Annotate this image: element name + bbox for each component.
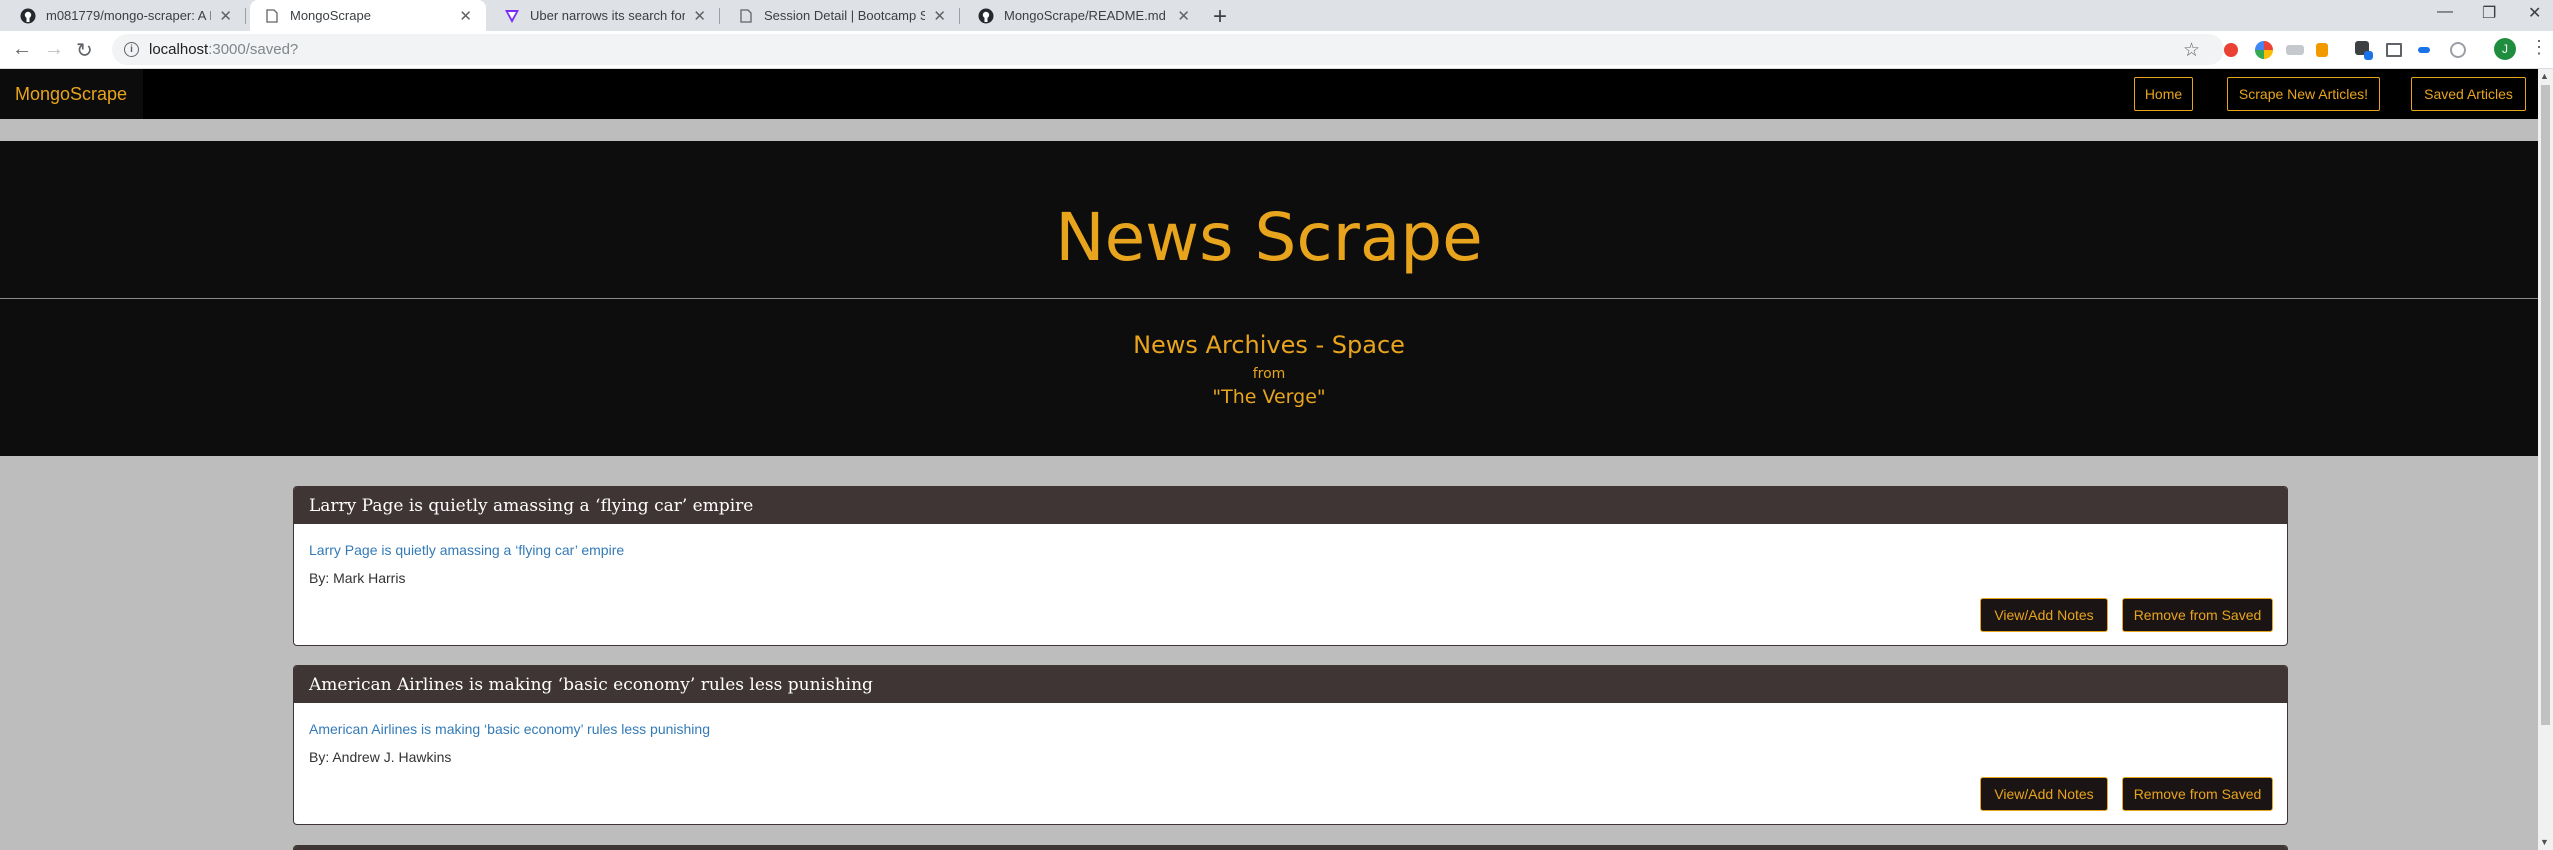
more-menu-icon[interactable]: ⋮ [2530,37,2548,58]
browser-tab[interactable]: m081779/mongo-scraper: A NYT ✕ [6,0,246,31]
article-headline: American Airlines is making ‘basic econo… [294,666,2287,703]
browser-tab[interactable]: MongoScrape/README.md at m ✕ [964,0,1204,31]
scrape-new-articles-button[interactable]: Scrape New Articles! [2227,77,2380,111]
restore-icon[interactable]: ❐ [2482,3,2496,23]
url-field[interactable]: i localhost:3000/saved? [112,34,2224,65]
jumbotron: News Scrape News Archives - Space from "… [0,141,2538,456]
home-button[interactable]: Home [2134,77,2193,111]
article-byline: By: Andrew J. Hawkins [309,749,452,765]
browser-tab[interactable]: Uber narrows its search for inter ✕ [490,0,720,31]
forward-icon[interactable]: → [44,38,64,61]
reload-icon[interactable]: ↻ [76,38,93,63]
page-subtitle: News Archives - Space [1133,331,1405,359]
extension-badge-icon [2364,51,2373,60]
browser-tab[interactable]: Session Detail | Bootcamp Spot ✕ [724,0,960,31]
new-tab-icon[interactable]: + [1213,3,1227,31]
github-icon [20,8,36,24]
article-headline: Larry Page is quietly amassing a ‘flying… [294,487,2287,524]
saved-articles-button[interactable]: Saved Articles [2411,77,2526,111]
bookmark-star-icon[interactable]: ☆ [2183,39,2200,62]
page-viewport: MongoScrape Home Scrape New Articles! Sa… [0,69,2538,850]
site-navbar: MongoScrape Home Scrape New Articles! Sa… [0,69,2538,119]
article-link[interactable]: Larry Page is quietly amassing a ‘flying… [309,542,624,558]
tab-title: Uber narrows its search for inter [530,8,686,23]
scroll-up-icon[interactable]: ▲ [2540,71,2549,81]
close-tab-icon[interactable]: ✕ [219,7,232,25]
address-bar-row: ← → ↻ i localhost:3000/saved? ☆ J ⋮ [0,31,2553,69]
page-icon [738,8,754,24]
close-tab-icon[interactable]: ✕ [693,7,706,25]
article-card: American Airlines is making ‘basic econo… [293,665,2288,825]
article-link[interactable]: American Airlines is making ‘basic econo… [309,721,710,737]
divider [0,298,2538,299]
close-tab-icon[interactable]: ✕ [933,7,946,25]
tab-title: Session Detail | Bootcamp Spot [764,8,926,23]
tab-title: m081779/mongo-scraper: A NYT [46,8,211,23]
brand-logo[interactable]: MongoScrape [0,69,143,119]
tab-title: MongoScrape/README.md at m [1004,8,1169,23]
article-card-partial [293,845,2288,850]
source-label: "The Verge" [1212,386,1326,408]
screenshot-extension-icon[interactable] [2386,43,2402,57]
color-picker-extension-icon[interactable] [2255,41,2273,59]
close-window-icon[interactable]: ✕ [2528,3,2541,23]
extension-icon[interactable] [2418,47,2430,53]
scroll-down-icon[interactable]: ▼ [2540,837,2549,847]
url-host: localhost [149,41,209,58]
page-scrollbar[interactable]: ▲ ▼ [2538,69,2553,850]
github-icon [978,8,994,24]
extension-icon[interactable] [2450,42,2466,58]
from-label: from [1252,366,1286,382]
article-headline [294,846,2287,850]
view-add-notes-button[interactable]: View/Add Notes [1980,598,2108,632]
verge-icon [504,8,520,24]
extension-icon[interactable] [2224,43,2238,57]
url-path: :3000/saved? [208,41,299,58]
close-tab-icon[interactable]: ✕ [1177,7,1190,25]
article-byline: By: Mark Harris [309,570,406,586]
page-title: News Scrape [1055,199,1483,276]
profile-avatar[interactable]: J [2494,38,2516,60]
close-tab-icon[interactable]: ✕ [459,7,472,25]
tab-title: MongoScrape [290,8,371,23]
browser-tab-strip: m081779/mongo-scraper: A NYT ✕ MongoScra… [0,0,2553,31]
remove-from-saved-button[interactable]: Remove from Saved [2122,777,2273,811]
article-card: Larry Page is quietly amassing a ‘flying… [293,486,2288,646]
back-icon[interactable]: ← [12,38,32,61]
extension-icon[interactable] [2286,45,2304,55]
remove-from-saved-button[interactable]: Remove from Saved [2122,598,2273,632]
view-add-notes-button[interactable]: View/Add Notes [1980,777,2108,811]
minimize-icon[interactable]: — [2437,3,2453,21]
browser-tab-active[interactable]: MongoScrape ✕ [250,0,486,31]
info-icon[interactable]: i [124,42,139,57]
page-icon [264,8,280,24]
scrollbar-thumb[interactable] [2541,85,2550,725]
extension-icon[interactable] [2316,43,2328,57]
